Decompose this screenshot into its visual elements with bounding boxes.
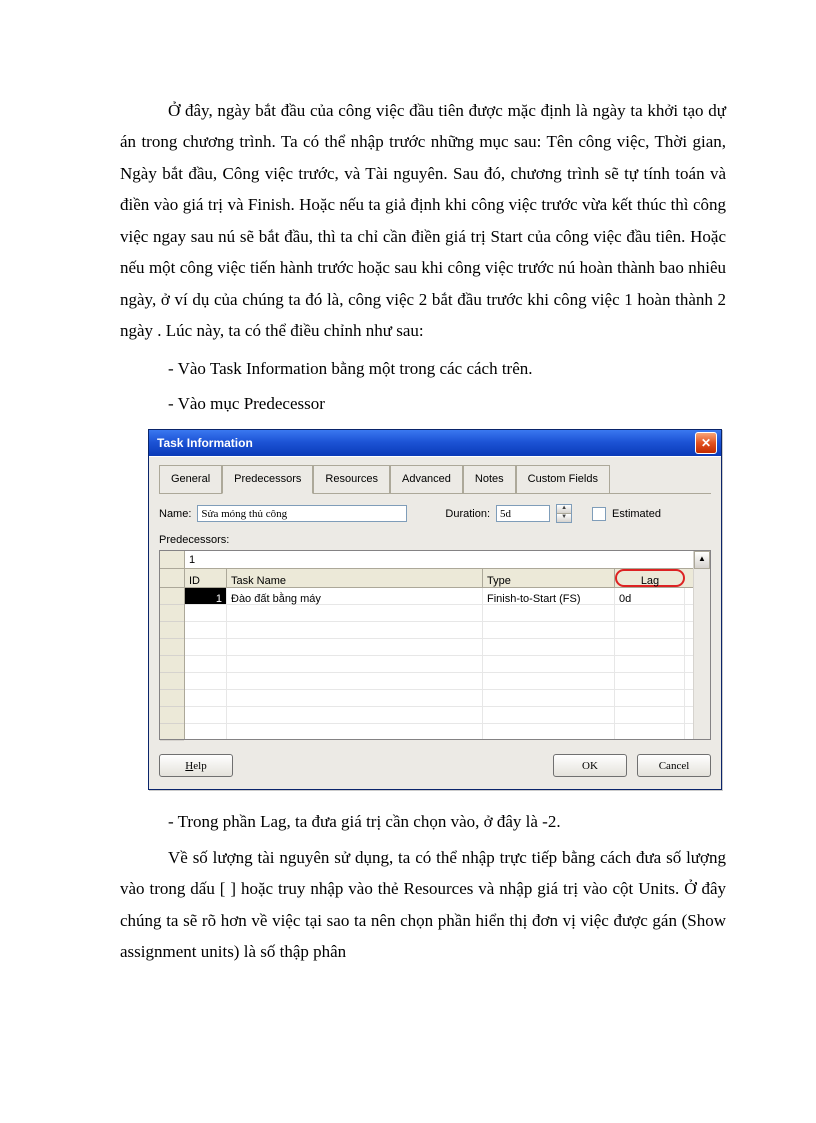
grid-header-row: ID Task Name Type Lag	[185, 569, 693, 588]
name-input[interactable]	[197, 505, 407, 522]
paragraph-1: Ở đây, ngày bắt đầu của công việc đầu ti…	[120, 95, 726, 347]
estimated-checkbox[interactable]	[592, 507, 606, 521]
tab-notes[interactable]: Notes	[463, 465, 516, 492]
cancel-button[interactable]: Cancel	[637, 754, 711, 777]
tab-resources[interactable]: Resources	[313, 465, 390, 492]
estimated-label: Estimated	[612, 504, 661, 524]
table-row[interactable]	[185, 724, 693, 739]
duration-spinner[interactable]: ▲ ▼	[556, 504, 572, 523]
cell-id: 1	[185, 588, 227, 604]
table-row[interactable]	[185, 707, 693, 724]
grid-formula-bar[interactable]: 1	[185, 551, 693, 569]
close-icon: ✕	[701, 432, 711, 454]
table-row[interactable]	[185, 639, 693, 656]
duration-label: Duration:	[445, 504, 490, 524]
tab-custom-fields[interactable]: Custom Fields	[516, 465, 610, 492]
grid-row-headers	[160, 551, 185, 739]
cell-lag: 0d	[615, 588, 685, 604]
tab-predecessors[interactable]: Predecessors	[222, 465, 313, 493]
predecessors-grid: 1 ID Task Name Type Lag 1 Đào đất bằng m…	[159, 550, 711, 740]
help-button[interactable]: HHelpelp	[159, 754, 233, 777]
col-lag[interactable]: Lag	[615, 569, 685, 587]
table-row[interactable]	[185, 690, 693, 707]
bullet-2: - Vào mục Predecessor	[168, 388, 726, 419]
scroll-up-icon: ▲	[694, 551, 710, 569]
name-label: Name:	[159, 504, 191, 524]
vertical-scrollbar[interactable]: ▲	[693, 551, 710, 739]
col-type[interactable]: Type	[483, 569, 615, 587]
chevron-down-icon: ▼	[557, 514, 571, 522]
tab-general[interactable]: General	[159, 465, 222, 492]
dialog-title: Task Information	[157, 432, 253, 454]
tab-advanced[interactable]: Advanced	[390, 465, 463, 492]
chevron-up-icon: ▲	[557, 505, 571, 514]
table-row[interactable]	[185, 605, 693, 622]
dialog-tabs: General Predecessors Resources Advanced …	[159, 465, 711, 493]
table-row[interactable]	[185, 622, 693, 639]
table-row[interactable]: 1 Đào đất bằng máy Finish-to-Start (FS) …	[185, 588, 693, 605]
col-task-name[interactable]: Task Name	[227, 569, 483, 587]
duration-input[interactable]	[496, 505, 550, 522]
cell-task-name: Đào đất bằng máy	[227, 588, 483, 604]
paragraph-2: Về số lượng tài nguyên sử dụng, ta có th…	[120, 842, 726, 968]
bullet-3: - Trong phần Lag, ta đưa giá trị cần chọ…	[168, 806, 726, 837]
cell-type: Finish-to-Start (FS)	[483, 588, 615, 604]
close-button[interactable]: ✕	[695, 432, 717, 454]
bullet-1: - Vào Task Information bằng một trong cá…	[168, 353, 726, 384]
titlebar: Task Information ✕	[149, 430, 721, 456]
ok-button[interactable]: OK	[553, 754, 627, 777]
col-id[interactable]: ID	[185, 569, 227, 587]
predecessors-label: Predecessors:	[159, 530, 711, 550]
table-row[interactable]	[185, 656, 693, 673]
table-row[interactable]	[185, 673, 693, 690]
task-information-dialog: Task Information ✕ General Predecessors …	[148, 429, 722, 790]
